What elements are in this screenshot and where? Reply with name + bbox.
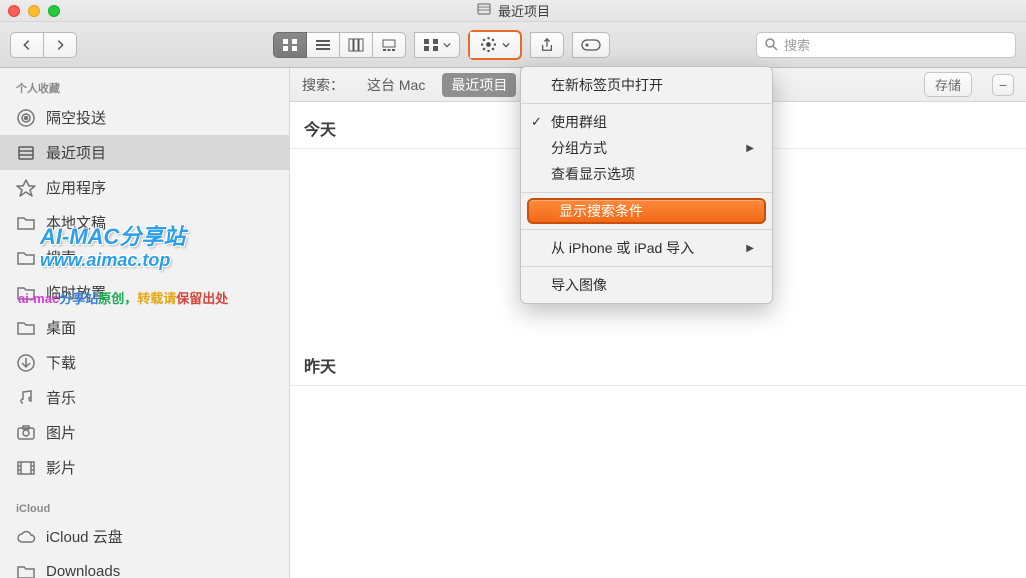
list-view-button[interactable] [307, 32, 340, 58]
sidebar-item-label: 本地文稿 [46, 212, 106, 233]
downloads-icon [16, 353, 36, 373]
recents-icon [16, 143, 36, 163]
close-window-button[interactable] [8, 5, 20, 17]
sidebar-item-label: 隔空投送 [46, 107, 106, 128]
window-controls [8, 5, 60, 17]
menu-show-search-criteria[interactable]: 显示搜索条件 [527, 198, 766, 224]
menu-import-image[interactable]: 导入图像 [521, 272, 772, 298]
scope-recents[interactable]: 最近项目 [442, 73, 516, 97]
menu-separator [521, 192, 772, 193]
cloud-icon [16, 527, 36, 547]
airdrop-icon [16, 108, 36, 128]
submenu-arrow-icon: ▶ [746, 143, 754, 154]
sidebar-item-label: 搜索 [46, 247, 76, 268]
sidebar-item-label: 音乐 [46, 387, 76, 408]
sidebar: 个人收藏 隔空投送 最近项目 应用程序 本地文稿 搜索 [0, 68, 290, 578]
submenu-arrow-icon: ▶ [746, 243, 754, 254]
minimize-window-button[interactable] [28, 5, 40, 17]
search-label: 搜索： [302, 75, 344, 95]
group-header-yesterday: 昨天 [290, 339, 1026, 386]
view-mode-buttons [273, 32, 406, 58]
checkmark-icon: ✓ [531, 114, 542, 130]
window-title-text: 最近项目 [498, 1, 550, 20]
icon-view-button[interactable] [273, 32, 307, 58]
folder-icon [16, 318, 36, 338]
menu-separator [521, 229, 772, 230]
sidebar-item-label: 下载 [46, 352, 76, 373]
menu-group-by[interactable]: 分组方式▶ [521, 135, 772, 161]
music-icon [16, 388, 36, 408]
sidebar-item-recents[interactable]: 最近项目 [0, 135, 289, 170]
zoom-window-button[interactable] [48, 5, 60, 17]
sidebar-item-music[interactable]: 音乐 [0, 380, 289, 415]
titlebar: 最近项目 [0, 0, 1026, 22]
group-by-button[interactable] [414, 32, 460, 58]
column-view-button[interactable] [340, 32, 373, 58]
folder-icon [16, 213, 36, 233]
tags-button[interactable] [572, 32, 610, 58]
search-field[interactable]: 搜索 [756, 32, 1016, 58]
sidebar-item-label: 影片 [46, 457, 76, 478]
scope-this-mac[interactable]: 这台 Mac [358, 73, 434, 97]
sidebar-item-airdrop[interactable]: 隔空投送 [0, 100, 289, 135]
search-icon [765, 38, 778, 51]
menu-separator [521, 103, 772, 104]
sidebar-item-label: 图片 [46, 422, 76, 443]
sidebar-item-icloud-drive[interactable]: iCloud 云盘 [0, 519, 289, 554]
movies-icon [16, 458, 36, 478]
back-button[interactable] [10, 32, 44, 58]
forward-button[interactable] [44, 32, 77, 58]
applications-icon [16, 178, 36, 198]
menu-view-options[interactable]: 查看显示选项 [521, 161, 772, 187]
recents-icon [476, 1, 492, 20]
sidebar-item-search[interactable]: 搜索 [0, 240, 289, 275]
search-placeholder: 搜索 [784, 35, 810, 54]
share-button[interactable] [530, 32, 564, 58]
group-by-button-group [414, 32, 460, 58]
action-context-menu: 在新标签页中打开 ✓使用群组 分组方式▶ 查看显示选项 显示搜索条件 从 iPh… [520, 66, 773, 304]
menu-import-ios[interactable]: 从 iPhone 或 iPad 导入▶ [521, 235, 772, 261]
sidebar-item-temp[interactable]: 临时放置 [0, 275, 289, 310]
toolbar: 搜索 [0, 22, 1026, 68]
folder-icon [16, 562, 36, 578]
favorites-header: 个人收藏 [0, 74, 289, 100]
sidebar-item-desktop[interactable]: 桌面 [0, 310, 289, 345]
sidebar-item-label: 应用程序 [46, 177, 106, 198]
gallery-view-button[interactable] [373, 32, 406, 58]
remove-criteria-button[interactable]: − [992, 74, 1014, 96]
folder-icon [16, 283, 36, 303]
menu-open-new-tab[interactable]: 在新标签页中打开 [521, 72, 772, 98]
sidebar-item-downloads[interactable]: 下载 [0, 345, 289, 380]
sidebar-item-label: 桌面 [46, 317, 76, 338]
action-menu-button[interactable] [470, 32, 520, 58]
sidebar-item-label: iCloud 云盘 [46, 526, 123, 547]
sidebar-item-label: 临时放置 [46, 282, 106, 303]
navigation-buttons [10, 32, 77, 58]
finder-window: 最近项目 [0, 0, 1026, 578]
icloud-header: iCloud [0, 497, 289, 519]
folder-icon [16, 248, 36, 268]
sidebar-item-icloud-downloads[interactable]: Downloads [0, 554, 289, 578]
pictures-icon [16, 423, 36, 443]
sidebar-item-movies[interactable]: 影片 [0, 450, 289, 485]
sidebar-item-label: 最近项目 [46, 142, 106, 163]
sidebar-item-documents[interactable]: 本地文稿 [0, 205, 289, 240]
window-title: 最近项目 [0, 1, 1026, 20]
menu-use-groups[interactable]: ✓使用群组 [521, 109, 772, 135]
action-menu-button-highlighted [468, 30, 522, 60]
sidebar-item-label: Downloads [46, 563, 120, 578]
menu-separator [521, 266, 772, 267]
sidebar-item-pictures[interactable]: 图片 [0, 415, 289, 450]
sidebar-item-applications[interactable]: 应用程序 [0, 170, 289, 205]
save-search-button[interactable]: 存储 [924, 72, 972, 97]
